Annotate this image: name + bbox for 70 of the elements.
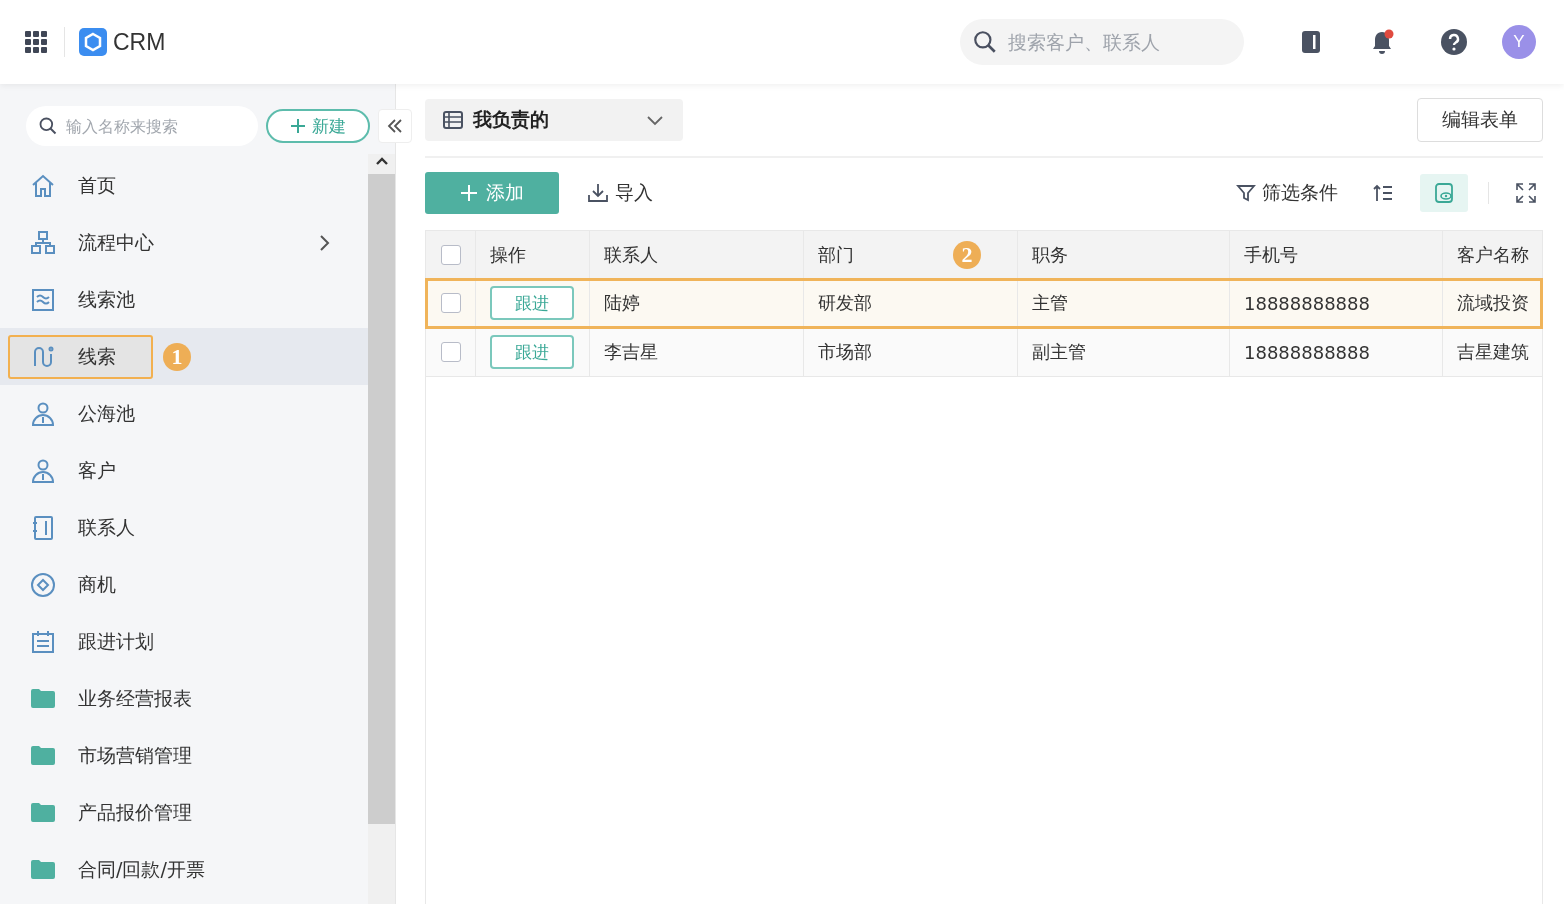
folder-icon <box>30 744 56 767</box>
collapse-button[interactable] <box>378 109 412 143</box>
menu-item[interactable]: 联系人 <box>8 505 151 550</box>
list-icon <box>30 286 56 313</box>
chevron-right-icon[interactable] <box>318 232 332 253</box>
search-icon <box>972 29 998 55</box>
eye-card-icon <box>1433 182 1455 204</box>
logo-icon <box>79 28 107 56</box>
sort-icon[interactable] <box>1372 182 1394 204</box>
menu-item[interactable]: 商机 <box>8 562 132 607</box>
table-cell: 陆婷 <box>604 291 640 315</box>
plus-icon <box>290 118 306 134</box>
column-header: 职务 <box>1032 242 1068 267</box>
table-cell: 吉星建筑 <box>1457 340 1529 364</box>
folder-icon <box>30 801 56 824</box>
menu-item[interactable]: 流程中心 <box>8 220 170 265</box>
table-cell: 市场部 <box>818 340 872 364</box>
contact-book-icon <box>30 514 56 541</box>
search-icon <box>38 116 58 136</box>
calendar-icon <box>30 628 56 655</box>
table-cell: 18888888888 <box>1244 292 1370 314</box>
filter-button[interactable]: 筛选条件 <box>1228 180 1346 206</box>
menu-search-field[interactable]: 输入名称来搜索 <box>26 106 258 146</box>
edit-form-button[interactable]: 编辑表单 <box>1417 98 1543 142</box>
column-header: 联系人 <box>604 242 658 267</box>
row-checkbox[interactable] <box>440 293 461 313</box>
select-all-checkbox[interactable] <box>440 244 461 265</box>
view-toggle-button[interactable] <box>1420 174 1468 212</box>
menu-item[interactable]: 市场营销管理 <box>8 733 208 778</box>
app-grid-icon[interactable] <box>24 30 48 54</box>
global-search-field[interactable]: 搜索客户、联系人 <box>960 19 1244 65</box>
import-button[interactable]: 导入 <box>579 180 661 206</box>
plus-icon <box>460 184 478 202</box>
download-icon <box>587 182 609 204</box>
menu-item[interactable]: 客户 <box>8 448 132 493</box>
view-dropdown[interactable]: 我负责的 <box>425 99 683 141</box>
menu-item[interactable]: 首页 <box>8 163 132 208</box>
table-cell: 流域投资 <box>1457 291 1529 315</box>
flowchart-icon <box>30 229 56 256</box>
column-header: 操作 <box>490 242 526 267</box>
app-name: CRM <box>113 28 166 56</box>
table-cell: 副主管 <box>1032 340 1086 364</box>
menu-item[interactable]: 跟进计划 <box>8 619 170 664</box>
row-checkbox[interactable] <box>440 342 461 362</box>
table-cell: 18888888888 <box>1244 341 1370 363</box>
double-chevron-left-icon <box>386 117 404 135</box>
help-icon[interactable] <box>1440 28 1468 56</box>
folder-icon <box>30 858 56 881</box>
folder-icon <box>30 687 56 710</box>
menu-item[interactable]: 公海池 <box>8 391 151 436</box>
column-header: 手机号 <box>1244 242 1298 267</box>
fullscreen-icon[interactable] <box>1515 182 1537 204</box>
filter-icon <box>1236 183 1256 203</box>
table-cell: 主管 <box>1032 291 1068 315</box>
table-cell: 研发部 <box>818 291 872 315</box>
menu-item[interactable]: 线索 <box>8 334 153 379</box>
home-icon <box>30 172 56 199</box>
menu-item[interactable]: 合同/回款/开票 <box>8 847 221 892</box>
table-icon <box>443 110 463 130</box>
callout-badge: 1 <box>163 342 191 371</box>
person-icon <box>30 400 56 427</box>
column-header: 客户名称 <box>1457 242 1529 267</box>
menu-item[interactable]: 线索池 <box>8 277 151 322</box>
person-icon <box>30 457 56 484</box>
callout-badge: 2 <box>953 240 981 269</box>
column-header: 部门 <box>818 242 854 267</box>
menu-item[interactable]: 产品报价管理 <box>8 790 208 835</box>
menu-item[interactable]: 业务经营报表 <box>8 676 208 721</box>
scroll-up-icon[interactable] <box>374 156 389 166</box>
table-cell: 李吉星 <box>604 340 658 364</box>
